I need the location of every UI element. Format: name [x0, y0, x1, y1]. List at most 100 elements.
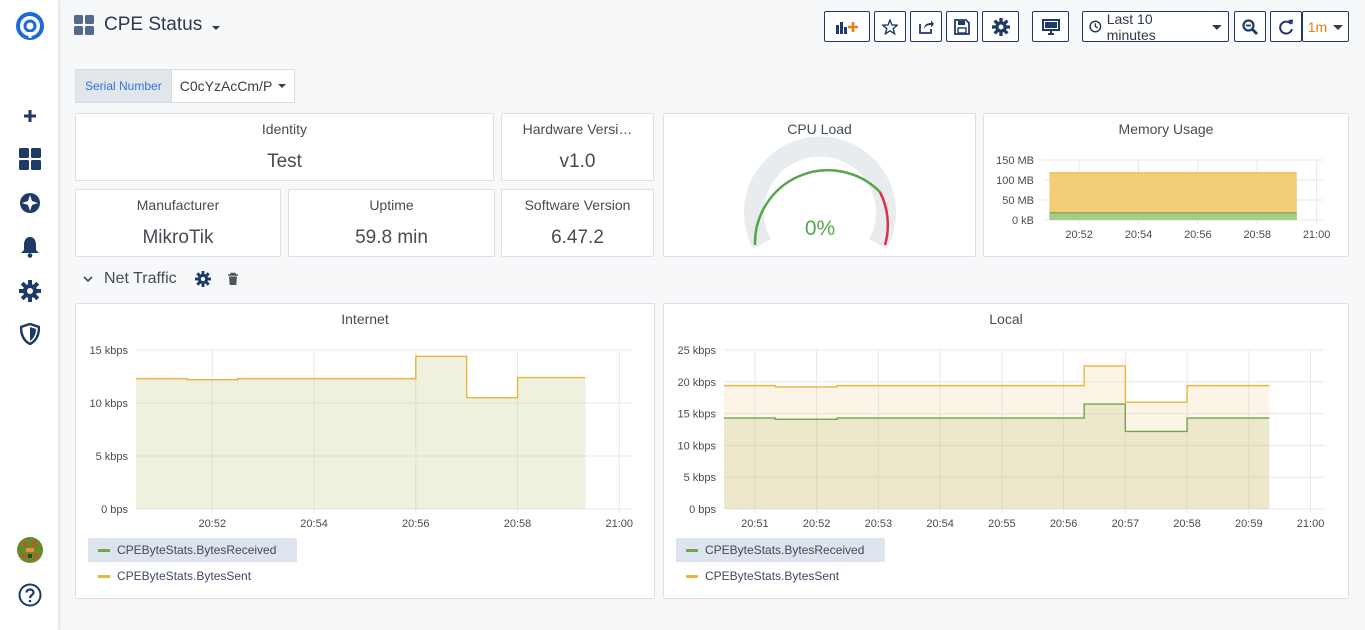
save-dashboard-button[interactable] [946, 11, 978, 42]
star-dashboard-button[interactable] [874, 11, 906, 42]
legend-item-received[interactable]: CPEByteStats.BytesReceived [676, 538, 885, 562]
caret-down-icon [1212, 24, 1222, 30]
monitor-icon [1041, 18, 1060, 35]
local-traffic-panel: Local 25 kbps 20 kbps 15 kbps 10 kbps 5 kbps… [663, 303, 1349, 599]
share-icon [919, 20, 934, 34]
cpu-load-panel: CPU Load 0% [663, 113, 976, 257]
caret-down-icon [278, 84, 287, 88]
panel-title[interactable]: Uptime [289, 197, 494, 213]
dashboard-title: CPE Status [104, 14, 203, 35]
uptime-panel: Uptime 59.8 min [288, 189, 495, 257]
x-tick-label: 20:54 [1125, 229, 1153, 241]
serial-number-dropdown[interactable]: C0cYzAcCm/P [171, 69, 296, 103]
dashboard-settings-button[interactable] [982, 11, 1019, 42]
dashboard-navbar: CPE Status Last 10 minutes 1m [59, 0, 1365, 54]
x-tick-label: 20:58 [504, 518, 532, 530]
legend-swatch [686, 574, 698, 578]
x-tick-label: 20:57 [1112, 518, 1140, 530]
row-delete-trash-icon[interactable] [227, 272, 239, 286]
dashboard-title-picker[interactable]: CPE Status [74, 14, 221, 36]
panel-title[interactable]: Identity [76, 121, 493, 137]
x-tick-label: 20:53 [865, 518, 893, 530]
explore-compass-icon[interactable] [14, 187, 46, 219]
stat-value: MikroTik [142, 227, 214, 248]
chart-legend: CPEByteStats.BytesReceived CPEByteStats.… [88, 538, 388, 588]
x-tick-label: 20:59 [1235, 518, 1263, 530]
create-plus-icon[interactable] [14, 100, 46, 132]
y-tick-label: 5 kbps [684, 472, 717, 484]
chevron-down-icon[interactable] [82, 274, 94, 284]
share-dashboard-button[interactable] [910, 11, 942, 42]
cpu-gauge: 0% [744, 136, 896, 249]
y-tick-label: 10 kbps [89, 398, 128, 410]
help-icon[interactable] [14, 579, 46, 611]
x-tick-label: 20:56 [1184, 229, 1212, 241]
row-title[interactable]: Net Traffic [104, 270, 177, 288]
grafana-logo-icon[interactable] [14, 10, 46, 42]
legend-label: CPEByteStats.BytesReceived [705, 543, 865, 557]
server-admin-shield-icon[interactable] [14, 318, 46, 350]
row-settings-gear-icon[interactable] [194, 271, 211, 287]
internet-traffic-panel: Internet 15 kbps 10 kbps 5 kbps 0 bps 20:52 2… [75, 303, 655, 599]
x-tick-label: 20:52 [803, 518, 831, 530]
x-tick-label: 20:54 [300, 518, 328, 530]
x-tick-label: 20:52 [199, 518, 227, 530]
x-tick-label: 20:51 [741, 518, 769, 530]
x-tick-label: 20:54 [926, 518, 954, 530]
hardware-version-panel: Hardware Versi… v1.0 [501, 113, 654, 181]
memory-usage-chart: 150 MB 100 MB 50 MB 0 kB 20:52 20:54 20:56 20:5… [996, 155, 1331, 241]
legend-item-received[interactable]: CPEByteStats.BytesReceived [88, 538, 297, 562]
local-traffic-chart: 25 kbps 20 kbps 15 kbps 10 kbps 5 kbps 0 bps 2… [677, 345, 1326, 530]
add-panel-icon [836, 21, 858, 34]
x-tick-label: 20:52 [1065, 229, 1093, 241]
variable-label: Serial Number [75, 69, 172, 103]
add-panel-button[interactable] [824, 11, 870, 42]
legend-item-sent[interactable]: CPEByteStats.BytesSent [676, 564, 976, 588]
y-tick-label: 150 MB [996, 155, 1034, 167]
caret-down-icon [212, 25, 221, 30]
legend-label: CPEByteStats.BytesSent [705, 569, 840, 583]
legend-label: CPEByteStats.BytesSent [117, 569, 252, 583]
manufacturer-panel: Manufacturer MikroTik [75, 189, 281, 257]
panel-title[interactable]: Software Version [502, 197, 653, 213]
stat-value: v1.0 [559, 151, 596, 172]
x-tick-label: 20:55 [988, 518, 1016, 530]
legend-swatch [686, 548, 698, 552]
zoom-out-icon [1242, 18, 1258, 35]
stat-value: Test [267, 151, 302, 172]
identity-panel: Identity Test [75, 113, 494, 181]
legend-item-sent[interactable]: CPEByteStats.BytesSent [88, 564, 388, 588]
dashboard-grid-icon [74, 15, 94, 35]
refresh-button[interactable] [1270, 11, 1302, 42]
stat-value: 6.47.2 [551, 227, 604, 248]
legend-swatch [98, 548, 110, 552]
panel-title[interactable]: Hardware Versi… [502, 121, 653, 137]
x-tick-label: 20:56 [402, 518, 430, 530]
memory-usage-panel: Memory Usage 150 MB 100 MB 50 MB 0 kB 20:52 2… [983, 113, 1349, 257]
alerting-bell-icon[interactable] [14, 231, 46, 263]
time-range-picker[interactable]: Last 10 minutes [1082, 11, 1229, 43]
x-tick-label: 20:58 [1173, 518, 1201, 530]
refresh-interval-label: 1m [1307, 18, 1328, 35]
tv-mode-button[interactable] [1032, 11, 1069, 42]
x-tick-label: 21:00 [1303, 229, 1331, 241]
user-avatar[interactable] [14, 534, 46, 566]
x-tick-label: 21:00 [606, 518, 634, 530]
star-icon [882, 18, 898, 35]
stat-value: 59.8 min [355, 227, 428, 248]
sidebar [0, 0, 59, 630]
y-tick-label: 0 bps [101, 504, 128, 516]
dashboards-icon[interactable] [14, 143, 46, 175]
x-tick-label: 20:58 [1243, 229, 1271, 241]
y-tick-label: 25 kbps [677, 345, 716, 357]
zoom-out-button[interactable] [1234, 11, 1266, 42]
y-tick-label: 15 kbps [677, 409, 716, 421]
refresh-interval-picker[interactable]: 1m [1302, 11, 1349, 42]
panel-title[interactable]: Manufacturer [76, 197, 280, 213]
serial-number-value: C0cYzAcCm/P [179, 78, 273, 94]
legend-swatch [98, 574, 110, 578]
configuration-gear-icon[interactable] [14, 275, 46, 307]
row-net-traffic: Net Traffic [82, 270, 239, 288]
clock-icon [1089, 20, 1102, 33]
chart-legend: CPEByteStats.BytesReceived CPEByteStats.… [676, 538, 976, 588]
